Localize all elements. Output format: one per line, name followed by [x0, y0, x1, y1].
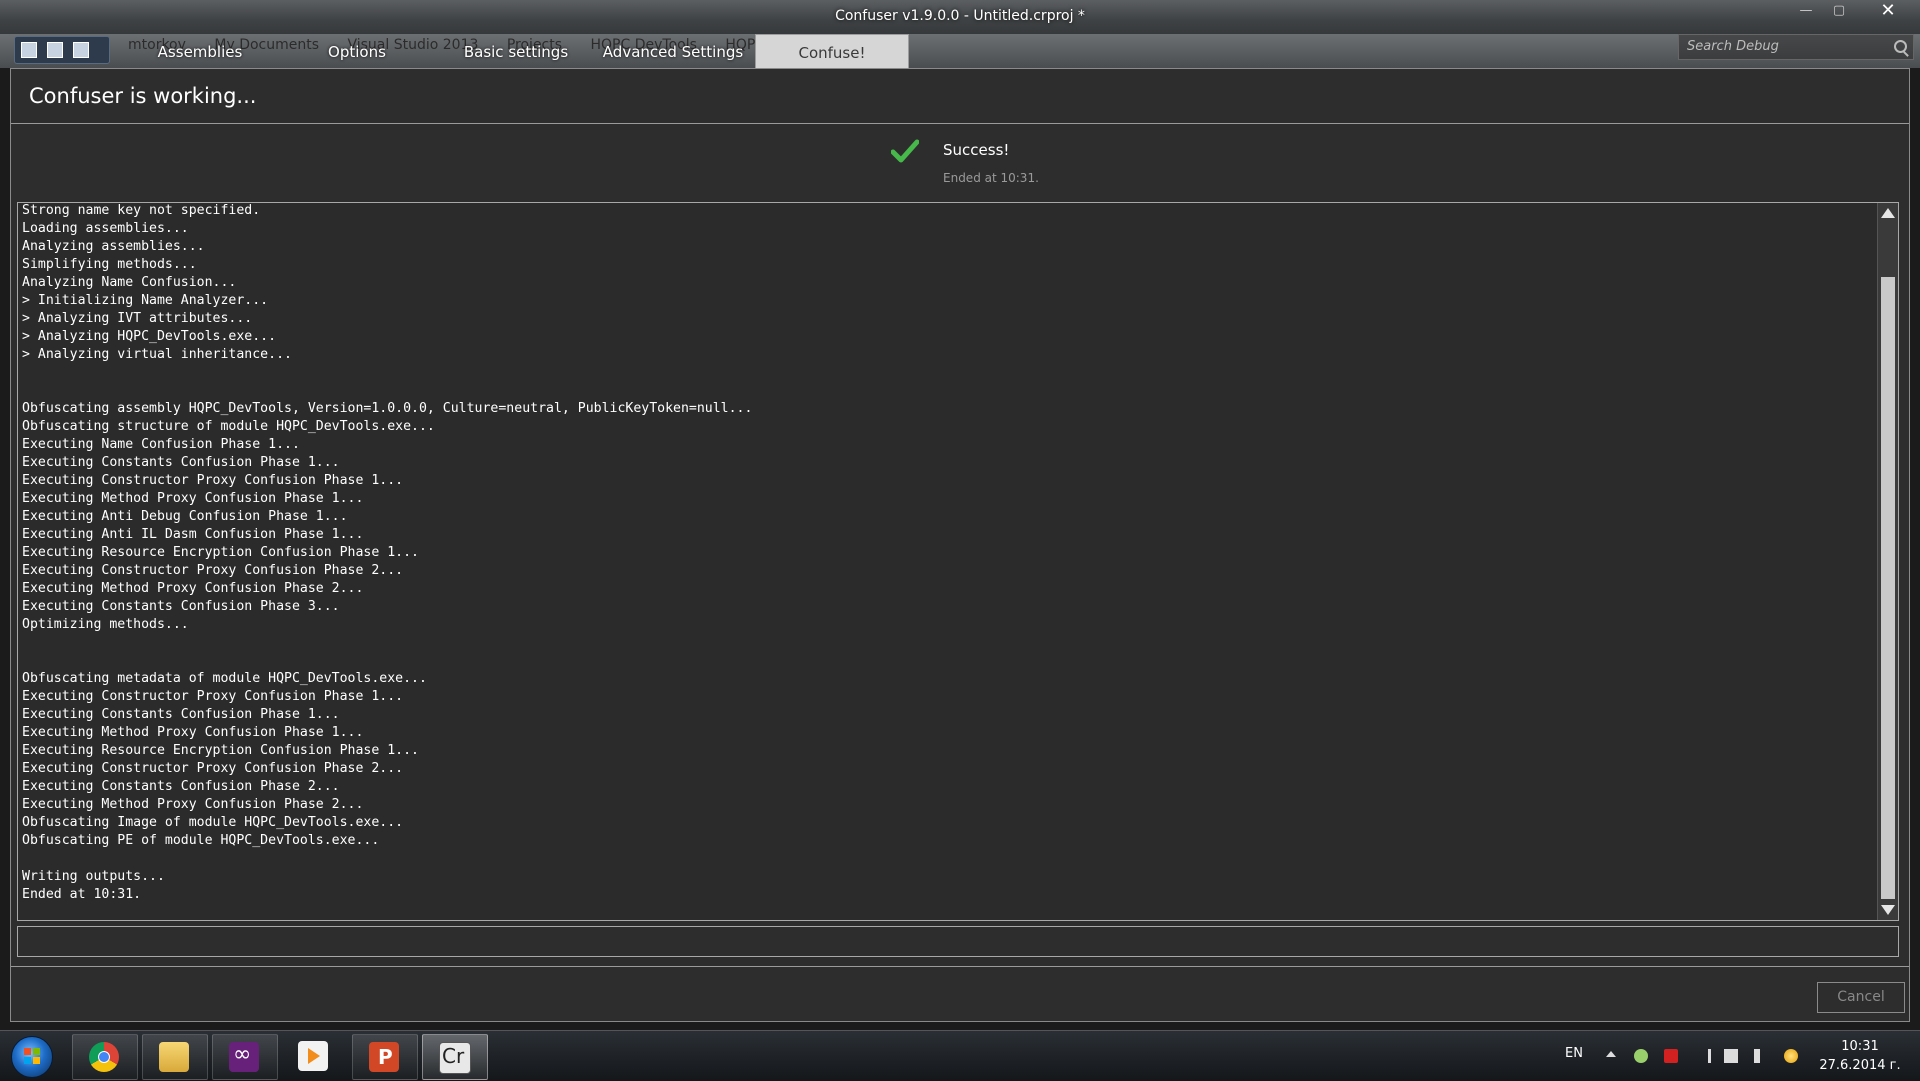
log-line: Analyzing assemblies...	[22, 239, 205, 254]
battery-icon[interactable]	[1724, 1049, 1738, 1063]
log-line: > Analyzing HQPC_DevTools.exe...	[22, 329, 277, 344]
taskbar-visual-studio-button[interactable]	[212, 1034, 278, 1080]
log-lines: Strong name key not specified. Loading as…	[22, 203, 1872, 904]
clock-time[interactable]: 10:31	[1820, 1039, 1900, 1054]
log-line: Obfuscating assembly HQPC_DevTools, Vers…	[22, 401, 753, 416]
taskbar-powerpoint-button[interactable]	[352, 1034, 418, 1080]
taskbar-explorer-button[interactable]	[142, 1034, 208, 1080]
taskbar-media-player-button[interactable]	[282, 1034, 346, 1078]
visual-studio-icon	[229, 1042, 259, 1072]
tab-confuse[interactable]: Confuse!	[755, 34, 909, 69]
minimize-button[interactable]: —	[1791, 2, 1821, 20]
title-bar: Confuser v1.9.0.0 - Untitled.crproj * — …	[0, 0, 1920, 34]
log-scrollbar[interactable]	[1877, 203, 1898, 920]
taskbar-confuser-button[interactable]	[422, 1034, 488, 1080]
log-line: Executing Method Proxy Confusion Phase 2…	[22, 797, 364, 812]
status-subtext: Ended at 10:31.	[943, 171, 1039, 185]
log-line: Executing Constructor Proxy Confusion Ph…	[22, 761, 404, 776]
log-line: Executing Anti Debug Confusion Phase 1..…	[22, 509, 348, 524]
log-line: Obfuscating PE of module HQPC_DevTools.e…	[22, 833, 380, 848]
footer-divider	[11, 966, 1909, 967]
log-line: Executing Method Proxy Confusion Phase 1…	[22, 725, 364, 740]
close-button[interactable]: ✕	[1868, 2, 1908, 20]
scroll-thumb[interactable]	[1881, 277, 1895, 899]
log-line: Executing Name Confusion Phase 1...	[22, 437, 300, 452]
wifi-signal-icon[interactable]	[1694, 1049, 1711, 1063]
log-line: Executing Anti IL Dasm Confusion Phase 1…	[22, 527, 364, 542]
log-line: > Initializing Name Analyzer...	[22, 293, 269, 308]
notification-icon[interactable]	[1784, 1049, 1798, 1063]
log-line: Executing Method Proxy Confusion Phase 2…	[22, 581, 364, 596]
log-line: Executing Resource Encryption Confusion …	[22, 743, 419, 758]
log-line: Optimizing methods...	[22, 617, 189, 632]
clock-date[interactable]: 27.6.2014 г.	[1810, 1058, 1910, 1073]
log-line: Executing Constants Confusion Phase 1...	[22, 707, 340, 722]
status-text: Success!	[943, 141, 1010, 159]
search-placeholder: Search Debug	[1687, 39, 1779, 54]
media-player-icon	[298, 1041, 328, 1071]
scroll-down-arrow-icon[interactable]	[1881, 905, 1895, 915]
log-line: Executing Constructor Proxy Confusion Ph…	[22, 689, 404, 704]
log-line: Loading assemblies...	[22, 221, 189, 236]
start-button[interactable]	[11, 1036, 53, 1078]
network-sync-icon[interactable]	[1634, 1049, 1648, 1063]
quick-access-toolbar[interactable]	[14, 36, 110, 64]
progress-bar	[17, 926, 1899, 957]
search-input[interactable]: Search Debug	[1678, 34, 1914, 60]
antivirus-icon[interactable]	[1664, 1049, 1678, 1063]
log-line: Executing Constants Confusion Phase 3...	[22, 599, 340, 614]
tab-advanced-settings[interactable]: Advanced Settings	[597, 34, 749, 68]
log-output[interactable]: Strong name key not specified. Loading as…	[17, 202, 1899, 921]
open-file-icon[interactable]	[47, 42, 63, 58]
language-indicator[interactable]: EN	[1565, 1046, 1583, 1061]
volume-icon[interactable]	[1754, 1049, 1768, 1063]
panel-header: Confuser is working...	[11, 69, 1909, 124]
log-line: Executing Constants Confusion Phase 1...	[22, 455, 340, 470]
confuser-icon	[439, 1042, 471, 1074]
log-line: Obfuscating metadata of module HQPC_DevT…	[22, 671, 427, 686]
log-line: > Analyzing IVT attributes...	[22, 311, 253, 326]
log-line: Executing Constructor Proxy Confusion Ph…	[22, 563, 404, 578]
cancel-button[interactable]: Cancel	[1817, 982, 1905, 1013]
log-line: Executing Resource Encryption Confusion …	[22, 545, 419, 560]
log-line: Executing Constants Confusion Phase 2...	[22, 779, 340, 794]
log-line: Strong name key not specified.	[22, 203, 261, 218]
tab-options[interactable]: Options	[281, 34, 433, 68]
log-line: Executing Constructor Proxy Confusion Ph…	[22, 473, 404, 488]
tab-basic-settings[interactable]: Basic settings	[440, 34, 592, 68]
chrome-icon	[89, 1042, 119, 1072]
log-line: Simplifying methods...	[22, 257, 197, 272]
show-hidden-icons-icon[interactable]	[1606, 1051, 1616, 1057]
new-file-icon[interactable]	[21, 42, 37, 58]
main-panel: Confuser is working... Success! Ended at…	[10, 68, 1910, 1022]
window-title: Confuser v1.9.0.0 - Untitled.crproj *	[835, 8, 1085, 24]
log-line: Obfuscating structure of module HQPC_Dev…	[22, 419, 435, 434]
log-line: Ended at 10:31.	[22, 887, 142, 902]
powerpoint-icon	[369, 1042, 399, 1072]
scroll-up-arrow-icon[interactable]	[1881, 208, 1895, 218]
windows-flag-icon	[24, 1048, 40, 1064]
checkmark-icon	[891, 139, 919, 163]
folder-icon	[159, 1042, 189, 1072]
page-title: Confuser is working...	[29, 84, 257, 108]
log-line: Obfuscating Image of module HQPC_DevTool…	[22, 815, 404, 830]
taskbar-chrome-button[interactable]	[72, 1034, 138, 1080]
log-line: Executing Method Proxy Confusion Phase 1…	[22, 491, 364, 506]
maximize-button[interactable]: ▢	[1824, 2, 1854, 20]
tab-assemblies[interactable]: Assemblies	[124, 34, 276, 68]
log-line: > Analyzing virtual inheritance...	[22, 347, 292, 362]
log-line: Analyzing Name Confusion...	[22, 275, 237, 290]
taskbar: EN 10:31 27.6.2014 г.	[0, 1030, 1920, 1081]
log-line: Writing outputs...	[22, 869, 165, 884]
save-icon[interactable]	[73, 42, 89, 58]
search-icon[interactable]	[1894, 40, 1907, 53]
